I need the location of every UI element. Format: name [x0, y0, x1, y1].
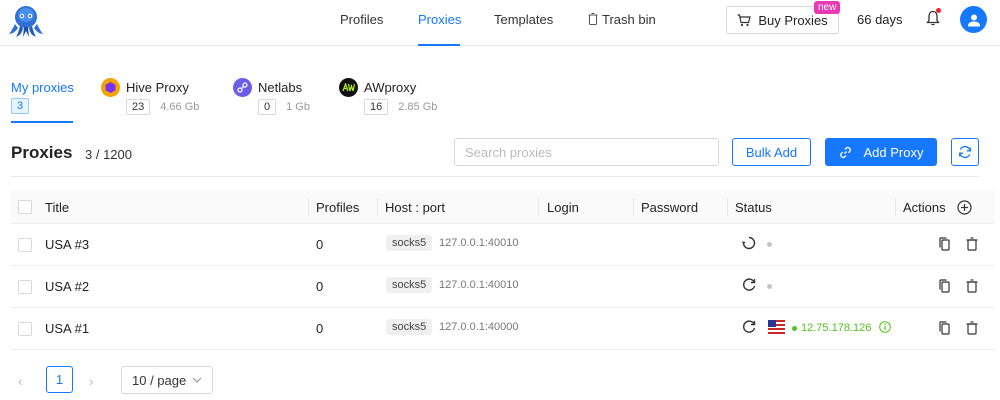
table-row[interactable]: USA #3 0 socks5 127.0.0.1:40010: [11, 224, 995, 266]
provider-count: 23: [126, 99, 151, 115]
new-badge: new: [814, 1, 841, 14]
delete-icon[interactable]: [966, 321, 978, 335]
next-page-button[interactable]: ›: [89, 373, 94, 389]
netlabs-icon: [233, 78, 252, 97]
search-input[interactable]: [454, 138, 719, 166]
page-title: Proxies: [11, 143, 73, 162]
column-header-title[interactable]: Title: [45, 200, 69, 215]
proxy-profiles-count: 0: [316, 321, 324, 336]
column-separator: [633, 199, 634, 216]
provider-tab-label: AWproxy: [364, 80, 417, 95]
provider-size: 4.66 Gb: [160, 101, 200, 113]
column-header-actions: Actions: [903, 200, 946, 215]
add-proxy-label: Add Proxy: [863, 144, 924, 160]
table-row[interactable]: USA #2 0 socks5 127.0.0.1:40010: [11, 266, 995, 308]
protocol-badge: socks5: [386, 319, 433, 335]
status-dot: [767, 284, 772, 289]
copy-icon[interactable]: [939, 321, 950, 335]
nav-profiles[interactable]: Profiles: [340, 12, 383, 46]
refresh-button[interactable]: [951, 138, 979, 166]
column-header-status[interactable]: Status: [735, 200, 772, 215]
chevron-down-icon: [192, 377, 202, 383]
select-all-checkbox[interactable]: [18, 200, 32, 214]
host-port[interactable]: 127.0.0.1:40010: [439, 237, 519, 249]
provider-tab-label: Hive Proxy: [126, 80, 189, 95]
proxy-profiles-count: 0: [316, 237, 324, 252]
copy-icon[interactable]: [939, 279, 950, 293]
refresh-icon: [959, 145, 971, 159]
link-icon: [839, 146, 851, 158]
column-header-login[interactable]: Login: [547, 200, 579, 215]
row-checkbox[interactable]: [18, 238, 32, 252]
hive-icon: [101, 78, 120, 97]
prev-page-button[interactable]: ‹: [18, 373, 23, 389]
active-tab-underline: [11, 121, 73, 123]
us-flag-icon: [768, 320, 785, 334]
table-row[interactable]: USA #1 0 socks5 127.0.0.1:40000 12.75.17…: [11, 308, 995, 350]
proxy-ip: 12.75.178.126: [801, 322, 872, 334]
nav-trash-bin[interactable]: Trash bin: [588, 12, 656, 46]
check-status-icon[interactable]: [742, 278, 756, 292]
status-dot: [767, 242, 772, 247]
provider-tab-label: My proxies: [11, 79, 74, 95]
host-port[interactable]: 127.0.0.1:40010: [439, 279, 519, 291]
column-separator: [727, 199, 728, 216]
page-size-value: 10 / page: [132, 372, 187, 388]
provider-tab-awproxy[interactable]: AWproxy 16 2.85 Gb: [339, 78, 437, 115]
proxy-title[interactable]: USA #1: [45, 321, 89, 336]
provider-tab-hive-proxy[interactable]: Hive Proxy 23 4.66 Gb: [101, 78, 199, 115]
status-dot: [792, 326, 797, 331]
protocol-badge: socks5: [386, 235, 433, 251]
octopus-logo-icon[interactable]: [8, 4, 44, 38]
delete-icon[interactable]: [966, 237, 978, 251]
page-size-select[interactable]: 10 / page: [121, 366, 213, 394]
add-column-icon[interactable]: [957, 200, 972, 215]
section-divider: [11, 176, 979, 177]
buy-proxies-label: Buy Proxies: [758, 12, 828, 28]
top-bar: Profiles Proxies Templates Trash bin Buy…: [0, 0, 1000, 46]
row-checkbox[interactable]: [18, 322, 32, 336]
current-page-button[interactable]: 1: [46, 366, 73, 393]
bulk-add-button[interactable]: Bulk Add: [732, 138, 811, 166]
loading-icon: [742, 236, 756, 250]
column-separator: [308, 199, 309, 216]
provider-count: 3: [11, 98, 30, 114]
nav-trash-bin-label: Trash bin: [602, 12, 656, 27]
check-status-icon[interactable]: [742, 320, 756, 334]
protocol-badge: socks5: [386, 277, 433, 293]
nav-templates[interactable]: Templates: [494, 12, 553, 46]
provider-count: 16: [364, 99, 389, 115]
copy-icon[interactable]: [939, 237, 950, 251]
table-header: Title Profiles Host : port Login Passwor…: [11, 190, 995, 224]
column-separator: [538, 199, 539, 216]
provider-tab-netlabs[interactable]: Netlabs 0 1 Gb: [233, 78, 310, 115]
host-port[interactable]: 127.0.0.1:40000: [439, 321, 519, 333]
proxy-profiles-count: 0: [316, 279, 324, 294]
days-remaining: 66 days: [857, 12, 903, 27]
provider-size: 1 Gb: [286, 101, 310, 113]
column-header-profiles[interactable]: Profiles: [316, 200, 359, 215]
column-header-host-port[interactable]: Host : port: [385, 200, 445, 215]
nav-proxies[interactable]: Proxies: [418, 12, 461, 46]
column-header-password[interactable]: Password: [641, 200, 698, 215]
provider-tab-label: Netlabs: [258, 80, 303, 95]
delete-icon[interactable]: [966, 279, 978, 293]
proxy-count: 3 / 1200: [85, 147, 132, 162]
provider-tab-my-proxies[interactable]: My proxies 3: [11, 78, 74, 114]
awproxy-icon: [339, 78, 358, 97]
trash-icon: [588, 13, 598, 25]
info-icon[interactable]: [879, 321, 891, 333]
column-separator: [895, 199, 896, 216]
proxy-title[interactable]: USA #3: [45, 237, 89, 252]
avatar[interactable]: [960, 6, 987, 33]
notification-dot: [936, 8, 941, 13]
provider-size: 2.85 Gb: [398, 101, 438, 113]
add-proxy-button[interactable]: Add Proxy: [825, 138, 937, 166]
cart-icon: [737, 13, 752, 26]
provider-count: 0: [258, 99, 277, 115]
proxy-title[interactable]: USA #2: [45, 279, 89, 294]
row-checkbox[interactable]: [18, 280, 32, 294]
column-separator: [377, 199, 378, 216]
user-icon: [967, 14, 980, 26]
